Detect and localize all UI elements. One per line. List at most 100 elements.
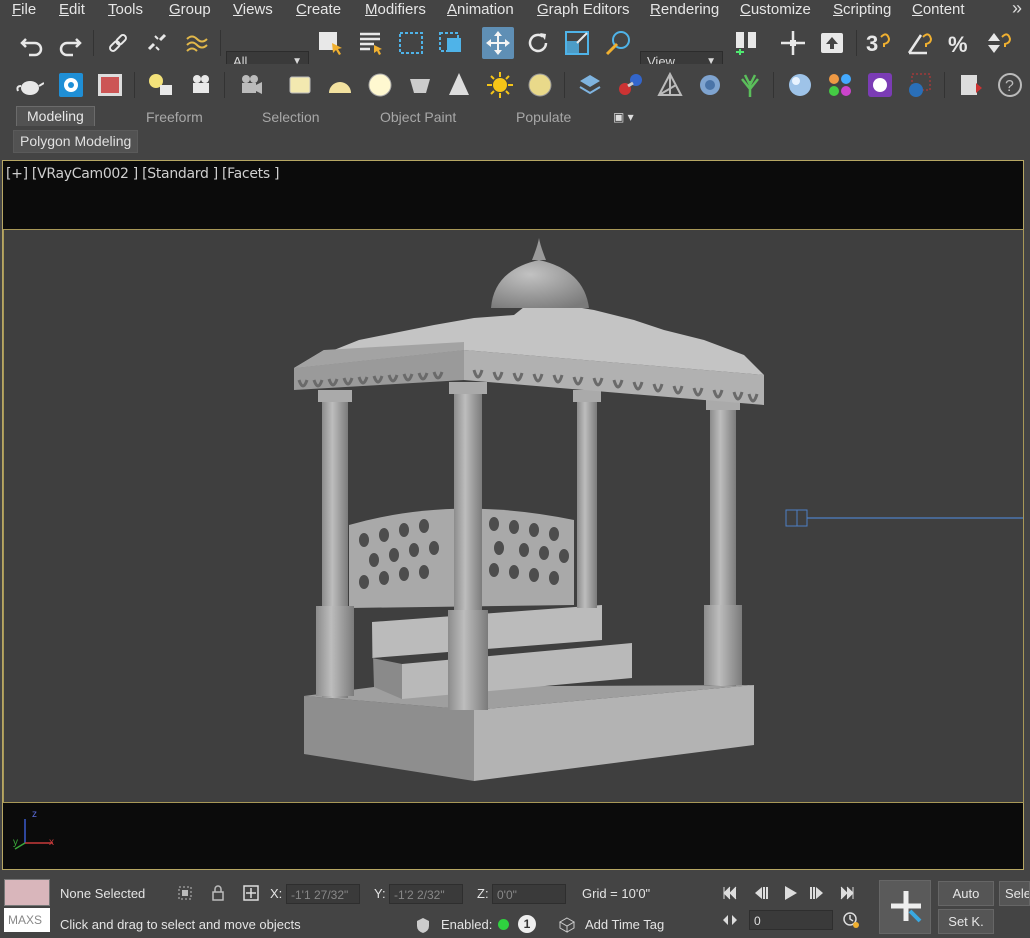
menu-content[interactable]: Content — [912, 1, 965, 18]
tab-modeling[interactable]: Modeling — [16, 106, 95, 126]
toolbar-separator — [93, 30, 94, 56]
render-setup-icon[interactable] — [55, 69, 87, 101]
key-mode-toggle-icon[interactable] — [719, 910, 741, 930]
menu-tools[interactable]: Tools — [108, 1, 143, 18]
redo-icon[interactable] — [54, 27, 86, 59]
percent-snap-icon[interactable]: % — [944, 27, 976, 59]
toolbar-separator — [134, 72, 135, 98]
tab-object-paint[interactable]: Object Paint — [380, 109, 456, 125]
viewport[interactable]: [+] [VRayCam002 ] [Standard ] [Facets ] — [2, 160, 1024, 870]
clipboard-icon[interactable] — [954, 69, 986, 101]
maxscript-listener[interactable]: MAXS — [4, 908, 50, 932]
slate-material-icon[interactable] — [864, 69, 896, 101]
ambient-light-icon[interactable] — [524, 69, 556, 101]
molecule-icon[interactable] — [614, 69, 646, 101]
play-icon[interactable] — [779, 883, 801, 903]
gazebo-model[interactable] — [4, 230, 1023, 802]
menu-create[interactable]: Create — [296, 1, 341, 18]
render-production-icon[interactable] — [904, 69, 936, 101]
menu-modifiers[interactable]: Modifiers — [365, 1, 426, 18]
previous-frame-icon[interactable] — [750, 883, 772, 903]
tab-populate[interactable]: Populate — [516, 109, 571, 125]
camera-icon[interactable] — [234, 69, 266, 101]
manipulate-icon[interactable] — [777, 27, 809, 59]
snaps-toggle-icon[interactable]: 3 — [862, 27, 894, 59]
ribbon-options-icon[interactable]: ▣ ▾ — [613, 110, 634, 124]
add-time-tag[interactable]: Add Time Tag — [585, 917, 664, 932]
select-object-icon[interactable] — [314, 27, 346, 59]
selected-filter-button[interactable]: Sele — [999, 881, 1030, 906]
bind-space-warp-icon[interactable] — [181, 27, 213, 59]
help-icon[interactable]: ? — [994, 69, 1026, 101]
time-tag-icon[interactable] — [556, 915, 578, 935]
fur-icon[interactable] — [654, 69, 686, 101]
key-plus-icon — [891, 891, 922, 923]
menu-scripting[interactable]: Scripting — [833, 1, 891, 18]
light-lister-icon[interactable] — [144, 69, 176, 101]
rectangular-selection-icon[interactable] — [395, 27, 427, 59]
select-by-name-icon[interactable] — [355, 27, 387, 59]
spinner-snap-icon[interactable] — [983, 27, 1015, 59]
x-coordinate-field[interactable]: -1'1 27/32" — [286, 884, 360, 904]
place-icon[interactable] — [602, 27, 634, 59]
tab-freeform[interactable]: Freeform — [146, 109, 203, 125]
next-frame-icon[interactable] — [806, 883, 828, 903]
selection-lock-icon[interactable] — [207, 883, 229, 903]
menu-animation[interactable]: Animation — [447, 1, 514, 18]
link-icon[interactable] — [102, 27, 134, 59]
pivot-point-icon[interactable] — [730, 27, 762, 59]
y-coordinate-field[interactable]: -1'2 2/32" — [389, 884, 463, 904]
sphere-light-icon[interactable] — [364, 69, 396, 101]
menu-graph-editors[interactable]: Graph Editors — [537, 1, 630, 18]
undo-icon[interactable] — [16, 27, 48, 59]
displacement-icon[interactable] — [694, 69, 726, 101]
keyboard-shortcut-override-icon[interactable] — [816, 27, 848, 59]
enabled-count-badge[interactable]: 1 — [518, 915, 536, 933]
absolute-mode-icon[interactable] — [240, 883, 262, 903]
proxy-icon[interactable] — [574, 69, 606, 101]
sun-icon[interactable] — [484, 69, 516, 101]
object-color-swatch[interactable] — [4, 879, 50, 906]
select-and-scale-icon[interactable] — [561, 27, 593, 59]
menu-rendering[interactable]: Rendering — [650, 1, 719, 18]
auto-key-button[interactable]: Auto — [938, 881, 994, 906]
plant-icon[interactable] — [734, 69, 766, 101]
toolbar-separator — [564, 72, 565, 98]
ies-light-icon[interactable] — [404, 69, 436, 101]
menu-views[interactable]: Views — [233, 1, 273, 18]
menu-overflow-button[interactable]: » — [1012, 0, 1022, 19]
adaptive-degradation-icon[interactable] — [412, 915, 434, 935]
material-editor-icon[interactable] — [824, 69, 856, 101]
toolbar-separator — [856, 30, 857, 56]
enabled-indicator[interactable] — [498, 919, 509, 930]
cone-light-icon[interactable] — [443, 69, 475, 101]
time-configuration-icon[interactable] — [840, 910, 862, 930]
menu-file[interactable]: File — [12, 1, 36, 18]
current-frame-spinner[interactable]: 0 — [749, 910, 833, 930]
menu-customize[interactable]: Customize — [740, 1, 811, 18]
set-key-button[interactable]: Set K. — [938, 909, 994, 934]
go-to-start-icon[interactable] — [719, 883, 741, 903]
viewport-label[interactable]: [+] [VRayCam002 ] [Standard ] [Facets ] — [6, 166, 279, 182]
polygon-modeling-button[interactable]: Polygon Modeling — [13, 130, 139, 153]
isolate-selection-icon[interactable] — [174, 883, 196, 903]
angle-snap-icon[interactable] — [903, 27, 935, 59]
select-and-move-icon[interactable] — [482, 27, 514, 59]
secondary-toolbar: ? — [0, 64, 1030, 106]
z-coordinate-field[interactable]: 0'0" — [492, 884, 566, 904]
select-and-rotate-icon[interactable] — [522, 27, 554, 59]
menu-group[interactable]: Group — [169, 1, 211, 18]
menu-edit[interactable]: Edit — [59, 1, 85, 18]
camera-list-icon[interactable] — [185, 69, 217, 101]
teapot-icon[interactable] — [14, 69, 46, 101]
window-crossing-icon[interactable] — [435, 27, 467, 59]
plane-light-icon[interactable] — [284, 69, 316, 101]
rendered-frame-icon[interactable] — [94, 69, 126, 101]
material-sphere-icon[interactable] — [784, 69, 816, 101]
y-label: Y: — [374, 886, 386, 901]
unlink-icon[interactable] — [141, 27, 173, 59]
new-key-button[interactable] — [879, 880, 931, 934]
dome-light-icon[interactable] — [324, 69, 356, 101]
tab-selection[interactable]: Selection — [262, 109, 320, 125]
go-to-end-icon[interactable] — [836, 883, 858, 903]
